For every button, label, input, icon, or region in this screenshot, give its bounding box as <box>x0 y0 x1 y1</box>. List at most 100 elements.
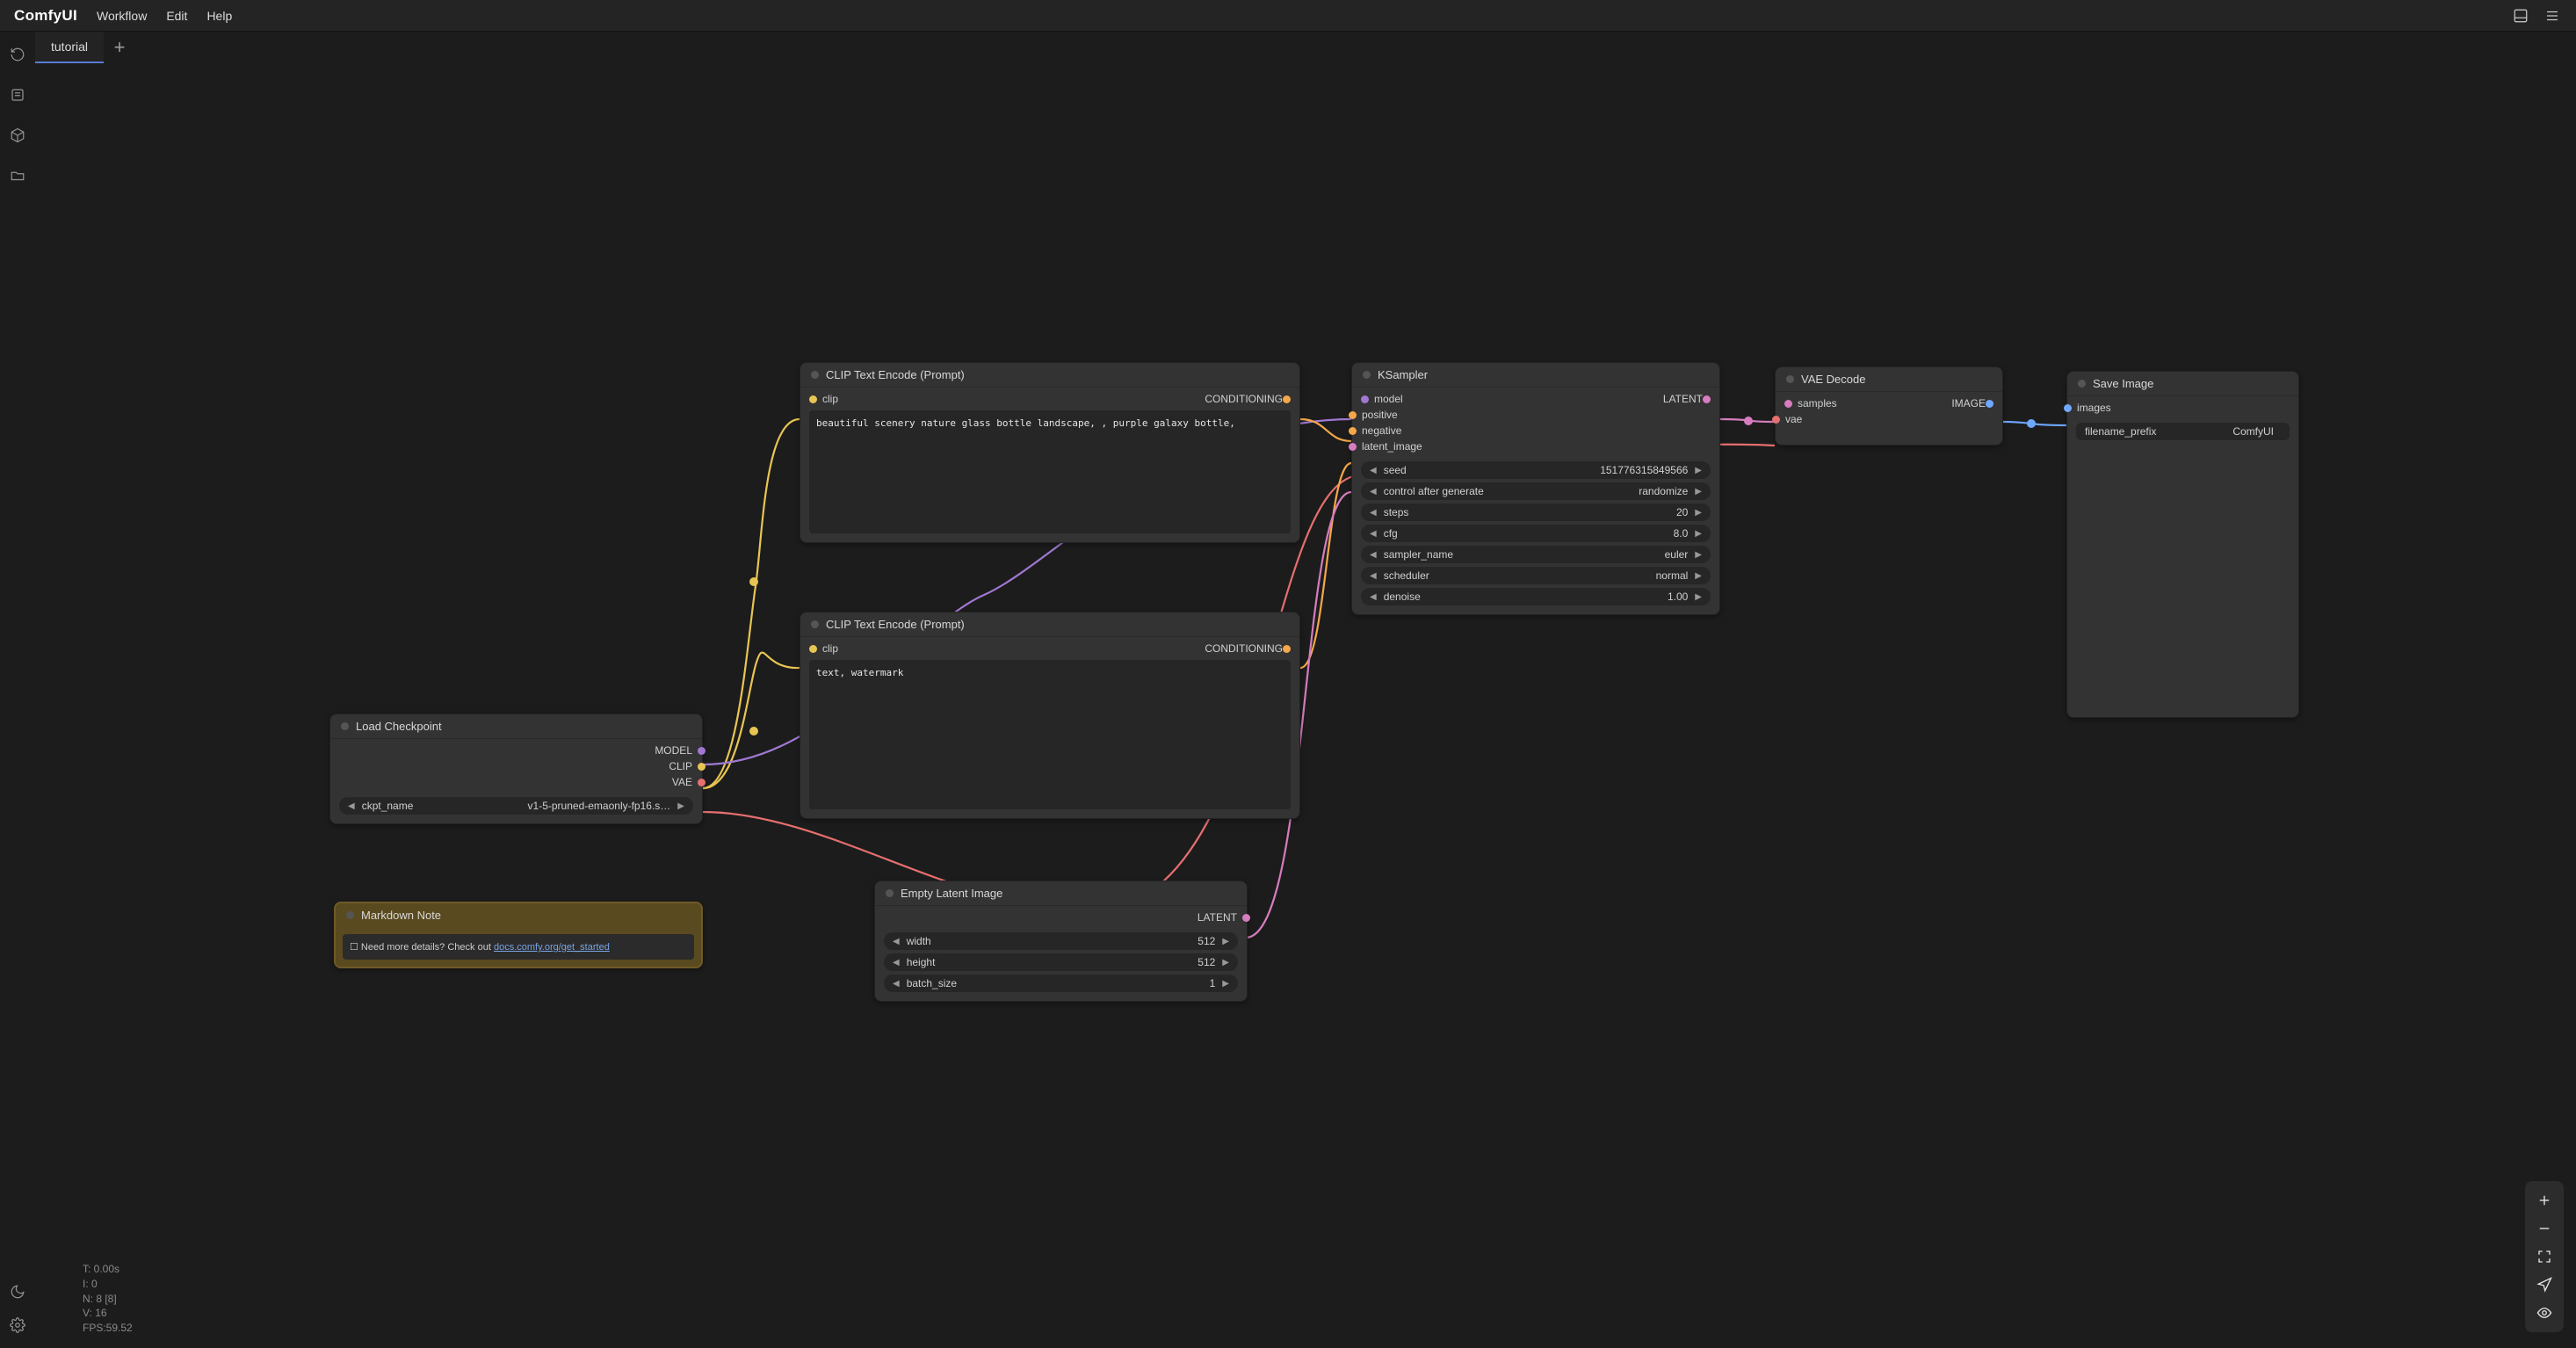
port-samples-in: samples <box>1798 397 1837 409</box>
port-dot[interactable] <box>698 763 706 771</box>
port-dot[interactable] <box>1772 416 1780 424</box>
widget-seed[interactable]: ◀seed151776315849566▶ <box>1361 461 1711 479</box>
folder-icon[interactable] <box>7 165 28 186</box>
node-title: CLIP Text Encode (Prompt) <box>826 368 965 381</box>
theme-icon[interactable] <box>7 1281 28 1302</box>
node-header[interactable]: CLIP Text Encode (Prompt) <box>800 612 1299 637</box>
node-vae-decode[interactable]: VAE Decode samples IMAGE vae <box>1775 366 2003 446</box>
node-empty-latent-image[interactable]: Empty Latent Image LATENT ◀width512▶ ◀he… <box>874 881 1248 1002</box>
widget-control-after-generate[interactable]: ◀control after generaterandomize▶ <box>1361 482 1711 500</box>
port-dot[interactable] <box>1283 395 1291 403</box>
widget-height[interactable]: ◀height512▶ <box>884 953 1238 971</box>
queue-icon[interactable] <box>7 84 28 105</box>
hamburger-icon[interactable] <box>2543 6 2562 25</box>
node-header[interactable]: Save Image <box>2067 372 2298 396</box>
widget-value: v1-5-pruned-emaonly-fp16.s… <box>528 800 671 812</box>
cube-icon[interactable] <box>7 125 28 146</box>
menu-edit[interactable]: Edit <box>166 9 187 23</box>
port-dot[interactable] <box>1349 411 1357 419</box>
widget-value: 512 <box>1198 956 1215 968</box>
docs-link[interactable]: docs.comfy.org/get_started <box>494 942 610 953</box>
port-dot[interactable] <box>1349 443 1357 451</box>
increment-icon[interactable]: ▶ <box>1695 550 1702 560</box>
decrement-icon[interactable]: ◀ <box>1370 466 1377 475</box>
history-icon[interactable] <box>7 44 28 65</box>
node-header[interactable]: CLIP Text Encode (Prompt) <box>800 363 1299 388</box>
decrement-icon[interactable]: ◀ <box>893 979 900 989</box>
node-header[interactable]: KSampler <box>1352 363 1719 388</box>
node-header[interactable]: Empty Latent Image <box>875 881 1247 906</box>
prompt-text-input[interactable]: beautiful scenery nature glass bottle la… <box>809 410 1291 533</box>
increment-icon[interactable]: ▶ <box>1695 571 1702 581</box>
zoom-in-button[interactable] <box>2530 1186 2558 1214</box>
increment-icon[interactable]: ▶ <box>1695 508 1702 518</box>
settings-icon[interactable] <box>7 1315 28 1336</box>
widget-width[interactable]: ◀width512▶ <box>884 932 1238 950</box>
port-conditioning-out: CONDITIONING <box>1205 642 1283 655</box>
decrement-icon[interactable]: ◀ <box>1370 550 1377 560</box>
decrement-icon[interactable]: ◀ <box>1370 592 1377 602</box>
port-dot[interactable] <box>1703 395 1711 403</box>
node-markdown-note[interactable]: Markdown Note ☐ Need more details? Check… <box>334 902 703 968</box>
node-header[interactable]: Load Checkpoint <box>330 714 702 739</box>
view-controls <box>2525 1181 2564 1332</box>
increment-icon[interactable]: ▶ <box>677 801 684 811</box>
tab-add-button[interactable]: + <box>104 32 135 63</box>
port-dot[interactable] <box>1361 395 1369 403</box>
port-dot[interactable] <box>809 395 817 403</box>
decrement-icon[interactable]: ◀ <box>348 801 355 811</box>
tab-tutorial[interactable]: tutorial <box>35 32 104 63</box>
decrement-icon[interactable]: ◀ <box>893 937 900 946</box>
widget-ckpt-name[interactable]: ◀ ckpt_name v1-5-pruned-emaonly-fp16.s… … <box>339 797 693 815</box>
fit-view-button[interactable] <box>2530 1243 2558 1271</box>
decrement-icon[interactable]: ◀ <box>1370 487 1377 496</box>
decrement-icon[interactable]: ◀ <box>893 958 900 968</box>
widget-cfg[interactable]: ◀cfg8.0▶ <box>1361 525 1711 542</box>
panel-icon[interactable] <box>2511 6 2530 25</box>
navigate-button[interactable] <box>2530 1271 2558 1299</box>
widget-batch-size[interactable]: ◀batch_size1▶ <box>884 975 1238 992</box>
increment-icon[interactable]: ▶ <box>1222 979 1229 989</box>
node-ksampler[interactable]: KSampler model LATENT positive negative … <box>1351 362 1720 615</box>
port-latent-image-in: latent_image <box>1362 440 1422 453</box>
widget-sampler-name[interactable]: ◀sampler_nameeuler▶ <box>1361 546 1711 563</box>
widget-filename-prefix[interactable]: filename_prefix ComfyUI <box>2076 423 2290 440</box>
widget-label: seed <box>1384 464 1407 476</box>
increment-icon[interactable]: ▶ <box>1695 529 1702 539</box>
port-dot[interactable] <box>698 747 706 755</box>
port-dot[interactable] <box>1283 645 1291 653</box>
port-dot[interactable] <box>2064 404 2072 412</box>
widget-label: width <box>907 935 931 947</box>
increment-icon[interactable]: ▶ <box>1695 466 1702 475</box>
node-canvas[interactable]: Load Checkpoint MODEL CLIP VAE ◀ ckpt_na… <box>35 63 2576 1348</box>
node-clip-text-encode-positive[interactable]: CLIP Text Encode (Prompt) clip CONDITION… <box>800 362 1300 543</box>
node-title: Markdown Note <box>361 909 441 922</box>
stat-iter: I: 0 <box>83 1277 133 1292</box>
node-header[interactable]: VAE Decode <box>1776 367 2002 392</box>
increment-icon[interactable]: ▶ <box>1222 958 1229 968</box>
port-dot[interactable] <box>1784 400 1792 408</box>
widget-steps[interactable]: ◀steps20▶ <box>1361 504 1711 521</box>
prompt-text-input[interactable]: text, watermark <box>809 660 1291 809</box>
decrement-icon[interactable]: ◀ <box>1370 508 1377 518</box>
visibility-button[interactable] <box>2530 1299 2558 1327</box>
port-dot[interactable] <box>1242 914 1250 922</box>
node-header[interactable]: Markdown Note <box>336 903 701 927</box>
port-dot[interactable] <box>1986 400 1994 408</box>
increment-icon[interactable]: ▶ <box>1222 937 1229 946</box>
zoom-out-button[interactable] <box>2530 1214 2558 1243</box>
node-clip-text-encode-negative[interactable]: CLIP Text Encode (Prompt) clip CONDITION… <box>800 612 1300 819</box>
decrement-icon[interactable]: ◀ <box>1370 571 1377 581</box>
widget-scheduler[interactable]: ◀schedulernormal▶ <box>1361 567 1711 584</box>
menu-workflow[interactable]: Workflow <box>97 9 147 23</box>
port-dot[interactable] <box>1349 427 1357 435</box>
increment-icon[interactable]: ▶ <box>1695 592 1702 602</box>
menu-help[interactable]: Help <box>206 9 232 23</box>
port-dot[interactable] <box>809 645 817 653</box>
increment-icon[interactable]: ▶ <box>1695 487 1702 496</box>
widget-denoise[interactable]: ◀denoise1.00▶ <box>1361 588 1711 605</box>
decrement-icon[interactable]: ◀ <box>1370 529 1377 539</box>
node-save-image[interactable]: Save Image images filename_prefix ComfyU… <box>2066 371 2299 718</box>
port-dot[interactable] <box>698 779 706 786</box>
node-load-checkpoint[interactable]: Load Checkpoint MODEL CLIP VAE ◀ ckpt_na… <box>329 714 703 824</box>
